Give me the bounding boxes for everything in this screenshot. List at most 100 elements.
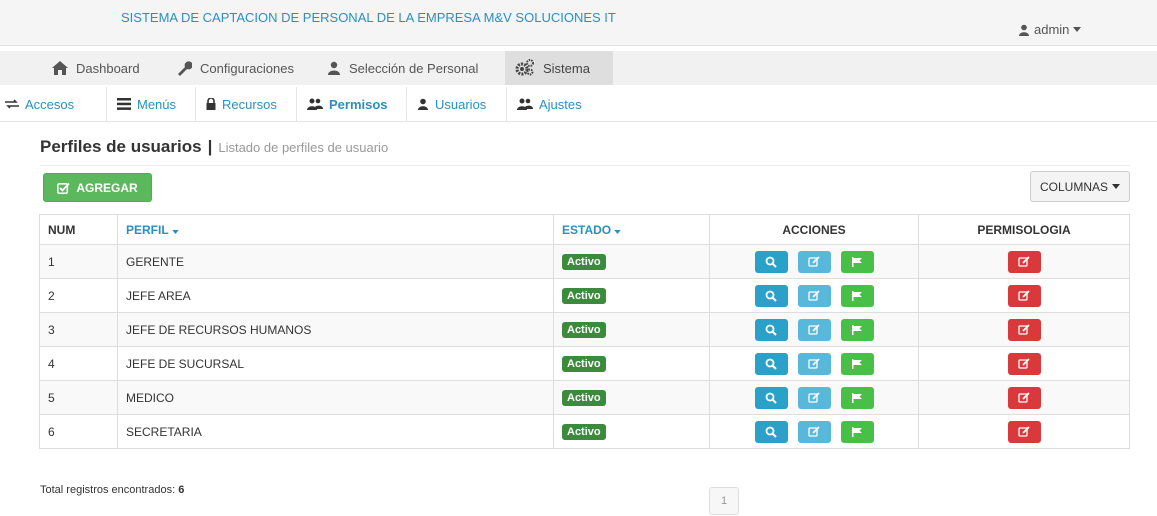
cell-permisologia xyxy=(918,346,1130,381)
table-row: 2 JEFE AREA Activo xyxy=(39,278,1130,313)
lock-icon xyxy=(206,98,216,110)
flag-button[interactable] xyxy=(840,420,874,443)
user-menu[interactable]: admin xyxy=(1018,22,1082,37)
header-estado[interactable]: ESTADO xyxy=(553,214,710,245)
cell-perfil: JEFE AREA xyxy=(117,278,554,313)
edit-permissions-button[interactable] xyxy=(1007,352,1041,375)
subnav-permisos[interactable]: Permisos xyxy=(297,87,407,121)
subnav-recursos[interactable]: Recursos xyxy=(196,87,297,121)
header-acciones: ACCIONES xyxy=(709,214,919,245)
edit-permissions-button[interactable] xyxy=(1007,386,1041,409)
page-subtitle: Listado de perfiles de usuario xyxy=(218,140,389,155)
cogs-icon xyxy=(515,59,535,77)
subnav-accesos[interactable]: Accesos xyxy=(0,87,107,121)
cell-perfil: MEDICO xyxy=(117,380,554,415)
search-icon xyxy=(765,324,777,336)
cell-estado: Activo xyxy=(553,380,710,415)
edit-icon xyxy=(1018,425,1030,438)
cell-permisologia xyxy=(918,414,1130,449)
edit-icon xyxy=(808,357,820,370)
total-records: Total registros encontrados: 6 xyxy=(40,484,184,496)
header-perfil[interactable]: PERFIL xyxy=(117,214,554,245)
flag-button[interactable] xyxy=(840,250,874,273)
cell-estado: Activo xyxy=(553,414,710,449)
flag-button[interactable] xyxy=(840,318,874,341)
search-icon xyxy=(765,256,777,268)
users-icon xyxy=(307,98,323,110)
users-icon xyxy=(517,98,533,110)
add-button[interactable]: AGREGAR xyxy=(43,173,152,202)
total-count: 6 xyxy=(178,484,185,496)
edit-button[interactable] xyxy=(797,352,831,375)
flag-button[interactable] xyxy=(840,284,874,307)
edit-permissions-button[interactable] xyxy=(1007,318,1041,341)
header-num: NUM xyxy=(39,214,118,245)
check-square-icon xyxy=(57,182,70,194)
caret-down-icon xyxy=(1112,184,1120,189)
user-icon xyxy=(417,98,429,110)
cell-perfil: JEFE DE RECURSOS HUMANOS xyxy=(117,312,554,347)
edit-button[interactable] xyxy=(797,420,831,443)
flag-button[interactable] xyxy=(840,386,874,409)
view-button[interactable] xyxy=(754,318,788,341)
columns-button-label: COLUMNAS xyxy=(1039,179,1108,194)
edit-icon xyxy=(1018,357,1030,370)
cell-acciones xyxy=(709,414,919,449)
status-badge: Activo xyxy=(562,355,606,372)
status-badge: Activo xyxy=(562,253,606,270)
top-bar: SISTEMA DE CAPTACION DE PERSONAL DE LA E… xyxy=(0,0,1157,46)
flag-icon xyxy=(851,290,863,302)
cell-num: 4 xyxy=(39,346,118,381)
columns-button[interactable]: COLUMNAS xyxy=(1030,171,1130,202)
subnav-label: Permisos xyxy=(329,96,388,112)
title-separator: | xyxy=(207,137,213,156)
add-button-label: AGREGAR xyxy=(76,180,138,195)
cell-num: 2 xyxy=(39,278,118,313)
edit-permissions-button[interactable] xyxy=(1007,250,1041,273)
nav-label: Configuraciones xyxy=(200,60,294,76)
subnav-label: Recursos xyxy=(222,96,277,112)
nav-configuraciones[interactable]: Configuraciones xyxy=(166,51,304,85)
pagination-page-1[interactable]: 1 xyxy=(709,487,739,515)
view-button[interactable] xyxy=(754,352,788,375)
edit-icon xyxy=(1018,289,1030,302)
edit-button[interactable] xyxy=(797,386,831,409)
search-icon xyxy=(765,290,777,302)
view-button[interactable] xyxy=(754,284,788,307)
edit-permissions-button[interactable] xyxy=(1007,420,1041,443)
list-icon xyxy=(117,98,131,110)
caret-down-icon xyxy=(614,229,622,234)
subnav-usuarios[interactable]: Usuarios xyxy=(407,87,507,121)
view-button[interactable] xyxy=(754,250,788,273)
edit-button[interactable] xyxy=(797,284,831,307)
cell-estado: Activo xyxy=(553,346,710,381)
edit-icon xyxy=(808,289,820,302)
cell-num: 3 xyxy=(39,312,118,347)
edit-permissions-button[interactable] xyxy=(1007,284,1041,307)
nav-dashboard[interactable]: Dashboard xyxy=(42,51,150,85)
subnav-label: Usuarios xyxy=(435,96,487,112)
table-row: 5 MEDICO Activo xyxy=(39,380,1130,415)
sub-nav: Accesos Menús Recursos Permisos Usuarios… xyxy=(0,87,1157,122)
cell-permisologia xyxy=(918,312,1130,347)
flag-button[interactable] xyxy=(840,352,874,375)
subnav-ajustes[interactable]: Ajustes xyxy=(507,87,597,121)
nav-sistema[interactable]: Sistema xyxy=(505,51,613,85)
cell-acciones xyxy=(709,278,919,313)
flag-icon xyxy=(851,392,863,404)
status-badge: Activo xyxy=(562,321,606,338)
subnav-menus[interactable]: Menús xyxy=(107,87,196,121)
edit-button[interactable] xyxy=(797,250,831,273)
nav-seleccion-personal[interactable]: Selección de Personal xyxy=(317,51,488,85)
view-button[interactable] xyxy=(754,386,788,409)
cell-perfil: SECRETARIA xyxy=(117,414,554,449)
edit-button[interactable] xyxy=(797,318,831,341)
cell-acciones xyxy=(709,346,919,381)
cell-permisologia xyxy=(918,380,1130,415)
subnav-label: Accesos xyxy=(25,96,75,112)
view-button[interactable] xyxy=(754,420,788,443)
status-badge: Activo xyxy=(562,389,606,406)
edit-icon xyxy=(808,425,820,438)
main-nav: Dashboard Configuraciones Selección de P… xyxy=(0,51,1157,85)
home-icon xyxy=(52,61,68,75)
